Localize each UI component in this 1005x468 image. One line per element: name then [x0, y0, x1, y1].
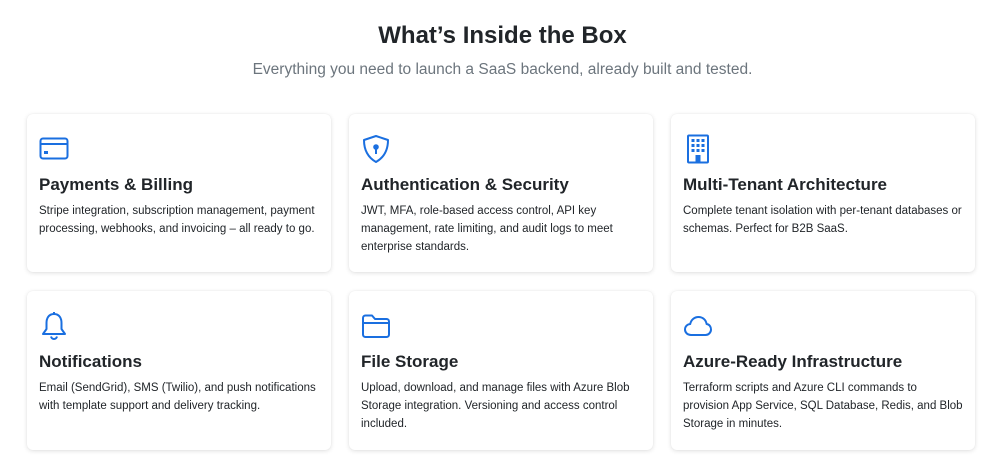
feature-description: Complete tenant isolation with per-tenan…	[683, 205, 962, 235]
feature-card-azure-infrastructure: Azure-Ready Infrastructure Terraform scr…	[671, 291, 975, 450]
features-section: What’s Inside the Box Everything you nee…	[0, 0, 1005, 468]
feature-title: Notifications	[39, 352, 142, 371]
building-icon	[683, 134, 713, 164]
shield-lock-icon	[361, 134, 391, 164]
feature-card-payments: Payments & Billing Stripe integration, s…	[27, 114, 331, 272]
feature-description: JWT, MFA, role-based access control, API…	[361, 205, 613, 253]
feature-grid: Payments & Billing Stripe integration, s…	[27, 114, 975, 450]
feature-title: Payments & Billing	[39, 175, 193, 194]
feature-card-notifications: Notifications Email (SendGrid), SMS (Twi…	[27, 291, 331, 450]
section-title: What’s Inside the Box	[378, 22, 627, 49]
feature-description: Terraform scripts and Azure CLI commands…	[683, 382, 963, 430]
feature-description: Stripe integration, subscription managem…	[39, 205, 315, 235]
bell-icon	[39, 311, 69, 341]
folder-icon	[361, 311, 391, 341]
credit-card-icon	[39, 134, 69, 164]
feature-title: Authentication & Security	[361, 175, 569, 194]
feature-title: File Storage	[361, 352, 459, 371]
feature-card-authentication: Authentication & Security JWT, MFA, role…	[349, 114, 653, 272]
feature-title: Multi-Tenant Architecture	[683, 175, 888, 194]
feature-title: Azure-Ready Infrastructure	[683, 352, 903, 371]
cloud-icon	[683, 311, 713, 341]
feature-card-file-storage: File Storage Upload, download, and manag…	[349, 291, 653, 450]
section-subtitle: Everything you need to launch a SaaS bac…	[252, 61, 753, 78]
feature-description: Email (SendGrid), SMS (Twilio), and push…	[39, 382, 316, 412]
feature-description: Upload, download, and manage files with …	[361, 382, 630, 430]
feature-card-multi-tenant: Multi-Tenant Architecture Complete tenan…	[671, 114, 975, 272]
